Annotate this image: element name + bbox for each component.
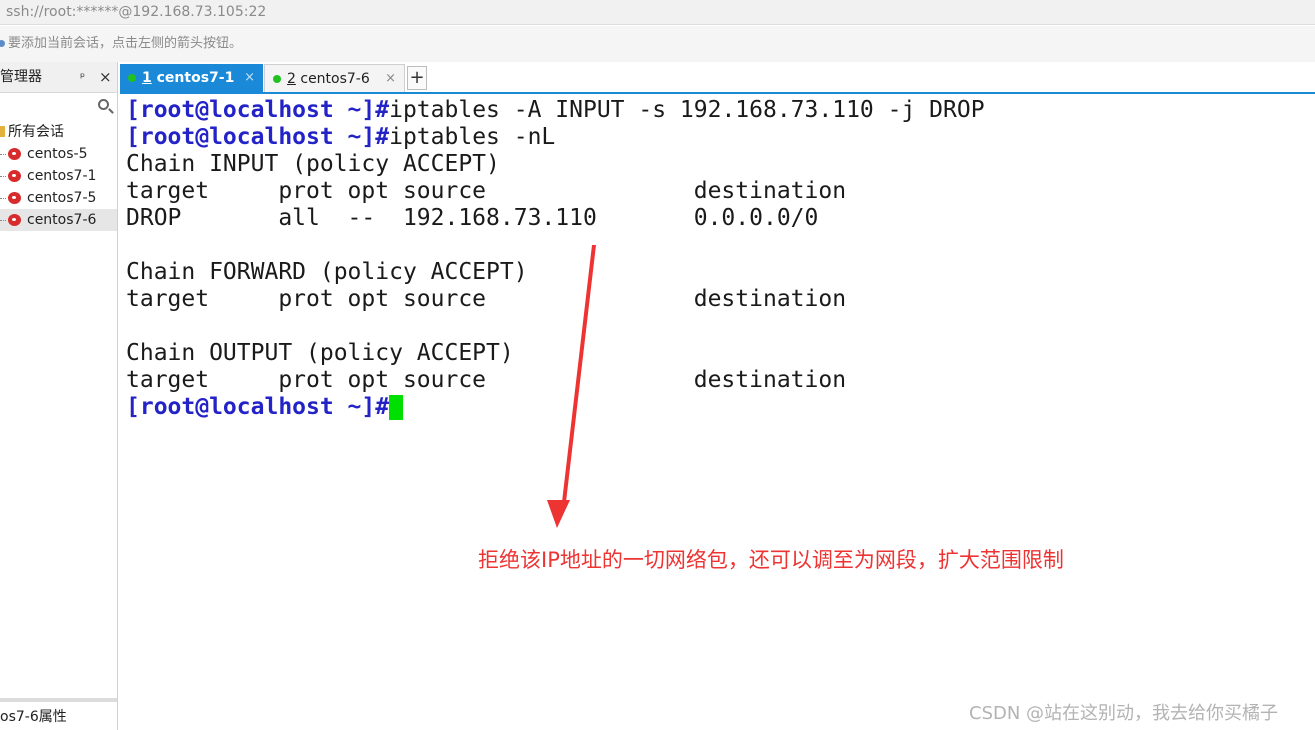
search-icon[interactable]	[98, 99, 109, 110]
terminal-line: [root@localhost ~]#	[126, 394, 404, 421]
properties-label: os7-6属性	[0, 709, 67, 725]
address-bar[interactable]: ssh://root:******@192.168.73.105:22	[0, 0, 1315, 25]
pin-icon[interactable]: ᵖ	[80, 62, 85, 92]
terminal-line: [root@localhost ~]#iptables -A INPUT -s …	[126, 97, 985, 124]
tree-connector	[0, 154, 6, 155]
close-panel-icon[interactable]: ×	[99, 62, 112, 92]
session-icon	[8, 148, 21, 160]
folder-icon	[0, 126, 5, 137]
session-search[interactable]	[0, 93, 117, 121]
properties-panel-tab[interactable]: os7-6属性	[0, 698, 117, 730]
tree-connector	[0, 198, 6, 199]
tab-number: 1	[142, 70, 152, 86]
session-label: centos7-1	[27, 168, 97, 184]
session-item-centos7-6[interactable]: centos7-6	[0, 209, 117, 231]
session-item-centos-5[interactable]: centos-5	[0, 143, 117, 165]
close-tab-icon[interactable]: ×	[385, 65, 396, 93]
info-icon	[0, 40, 5, 47]
session-item-centos7-5[interactable]: centos7-5	[0, 187, 117, 209]
ssh-address: ssh://root:******@192.168.73.105:22	[6, 4, 267, 20]
session-manager-panel: 管理器 ᵖ × 所有会话 centos-5 centos7-1 centos7-…	[0, 62, 118, 730]
tab-centos7-1[interactable]: 1 centos7-1 ×	[120, 64, 263, 92]
terminal-cursor	[389, 395, 404, 420]
session-item-centos7-1[interactable]: centos7-1	[0, 165, 117, 187]
terminal-line: target prot opt source destination	[126, 367, 847, 393]
terminal-line: [root@localhost ~]#iptables -nL	[126, 124, 555, 151]
command-text: iptables -nL	[389, 124, 556, 150]
all-sessions-label: 所有会话	[8, 124, 64, 140]
session-label: centos7-6	[27, 212, 97, 228]
terminal-line: target prot opt source destination	[126, 178, 847, 204]
terminal-line: DROP all -- 192.168.73.110 0.0.0.0/0	[126, 205, 819, 231]
add-tab-button[interactable]: +	[407, 66, 427, 90]
tab-label: centos7-1	[151, 70, 235, 86]
session-icon	[8, 214, 21, 226]
session-manager-title: 管理器	[0, 69, 42, 85]
tab-number: 2	[287, 71, 296, 87]
session-manager-header: 管理器 ᵖ ×	[0, 62, 117, 93]
terminal-line: Chain INPUT (policy ACCEPT)	[126, 151, 500, 177]
terminal-line: Chain FORWARD (policy ACCEPT)	[126, 259, 528, 285]
shell-prompt: [root@localhost ~]#	[126, 97, 390, 123]
shell-prompt: [root@localhost ~]#	[126, 394, 390, 420]
session-label: centos7-5	[27, 190, 97, 206]
terminal-output[interactable]: [root@localhost ~]#iptables -A INPUT -s …	[120, 94, 1315, 730]
close-tab-icon[interactable]: ×	[244, 64, 255, 92]
annotation-note: 拒绝该IP地址的一切网络包，还可以调至为网段，扩大范围限制	[478, 548, 1064, 572]
session-label: centos-5	[27, 146, 88, 162]
session-icon	[8, 192, 21, 204]
hint-text: 要添加当前会话，点击左侧的箭头按钮。	[8, 36, 243, 51]
watermark: CSDN @站在这别动，我去给你买橘子	[969, 703, 1279, 724]
session-tab-strip: 1 centos7-1 × 2 centos7-6 × +	[120, 64, 1315, 94]
tree-connector	[0, 176, 6, 177]
shell-prompt: [root@localhost ~]#	[126, 124, 390, 150]
session-icon	[8, 170, 21, 182]
tree-connector	[0, 220, 6, 221]
connected-status-icon	[273, 75, 281, 83]
tab-label: centos7-6	[295, 71, 370, 87]
all-sessions-folder[interactable]: 所有会话	[0, 121, 117, 143]
command-text: iptables -A INPUT -s 192.168.73.110 -j D…	[389, 97, 985, 123]
tab-centos7-6[interactable]: 2 centos7-6 ×	[264, 64, 405, 92]
terminal-line: target prot opt source destination	[126, 286, 847, 312]
connected-status-icon	[128, 74, 136, 82]
terminal-line: Chain OUTPUT (policy ACCEPT)	[126, 340, 514, 366]
hint-bar: 要添加当前会话，点击左侧的箭头按钮。	[0, 26, 1315, 62]
